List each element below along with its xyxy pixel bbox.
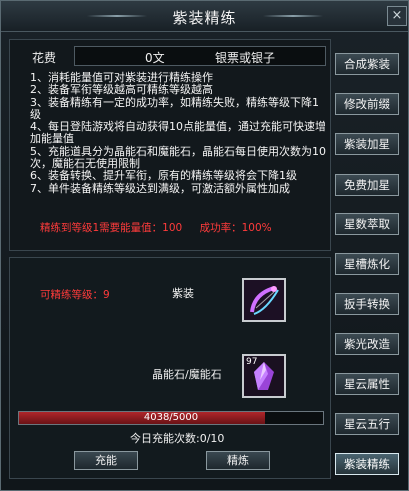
energy-progress-text: 4038/5000 (143, 412, 199, 423)
equip-label: 紫装 (172, 287, 194, 300)
charge-button[interactable]: 充能 (74, 451, 138, 470)
rule-item: 4、每日登陆游戏将自动获得10点能量值，通过充能可快速增加能量值 (30, 120, 326, 146)
side-nav-wuxing[interactable]: 星云五行 (335, 413, 399, 435)
info-panel: 花费 0文 银票或银子 1、消耗能量值可对紫装进行精练操作 2、装备军衔等级越高… (9, 39, 331, 251)
side-nav-mianfei[interactable]: 免费加星 (335, 174, 399, 196)
side-nav-jinglian[interactable]: 紫装精练 (335, 453, 399, 475)
refine-button[interactable]: 精炼 (206, 451, 270, 470)
stone-count: 97 (246, 357, 258, 367)
side-nav-gaizao[interactable]: 紫光改造 (335, 333, 399, 355)
rule-item: 5、充能道具分为晶能石和魔能石，晶能石每日使用次数为10次，魔能石无使用限制 (30, 144, 326, 171)
equip-slot[interactable] (242, 278, 286, 322)
rule-item: 3、装备精练有一定的成功率，如精练失败，精练等级下降1级 (30, 95, 319, 121)
refine-window: 紫装精练 × 花费 0文 银票或银子 1、消耗能量值可对紫装进行精练操作 2、装… (0, 0, 409, 491)
window-title: 紫装精练 (172, 9, 237, 27)
rate-line: 精练到等级1需要能量值：100 成功率：100% (40, 220, 286, 235)
today-charge-count: 今日充能次数:0/10 (130, 432, 225, 445)
fee-label: 花费 (32, 51, 57, 65)
fee-display: 0文 银票或银子 (74, 46, 326, 66)
stone-slot[interactable]: 97 (242, 354, 286, 398)
close-icon[interactable]: × (387, 6, 407, 26)
refine-level-text: 可精练等级：9 (40, 289, 110, 301)
side-nav-cuiqu[interactable]: 星数萃取 (335, 213, 399, 235)
rules-list: 1、消耗能量值可对紫装进行精练操作 2、装备军衔等级越高可精练等级越高 3、装备… (30, 71, 326, 195)
stone-label: 晶能石/魔能石 (152, 368, 222, 381)
side-nav-xiugai[interactable]: 修改前缀 (335, 93, 399, 115)
refine-panel: 可精练等级：9 紫装 晶能石/魔能石 97 4038/5000 今日充能次数:0… (9, 257, 331, 479)
energy-needed: 精练到等级1需要能量值：100 (40, 222, 183, 234)
energy-progress-bar: 4038/5000 (18, 411, 324, 425)
side-nav-lianhua[interactable]: 星槽炼化 (335, 253, 399, 275)
side-nav-jiaxing[interactable]: 紫装加星 (335, 133, 399, 155)
side-nav-zhuanhuan[interactable]: 扳手转换 (335, 293, 399, 315)
rule-item: 7、单件装备精练等级达到满级，可激活额外属性加成 (30, 181, 290, 195)
title-bar[interactable]: 紫装精练 × (1, 1, 408, 32)
rule-item: 6、装备转换、提升军衔，原有的精练等级将会下降1级 (30, 169, 297, 183)
purple-bow-icon (244, 280, 284, 320)
side-nav-hecheng[interactable]: 合成紫装 (335, 53, 399, 75)
success-rate: 成功率：100% (199, 222, 272, 234)
side-nav-shuxing[interactable]: 星云属性 (335, 373, 399, 395)
fee-value: 0文 (145, 51, 165, 65)
rule-item: 2、装备军衔等级越高可精练等级越高 (30, 83, 213, 97)
fee-currency: 银票或银子 (215, 51, 276, 65)
title-ornament-right (263, 15, 323, 17)
